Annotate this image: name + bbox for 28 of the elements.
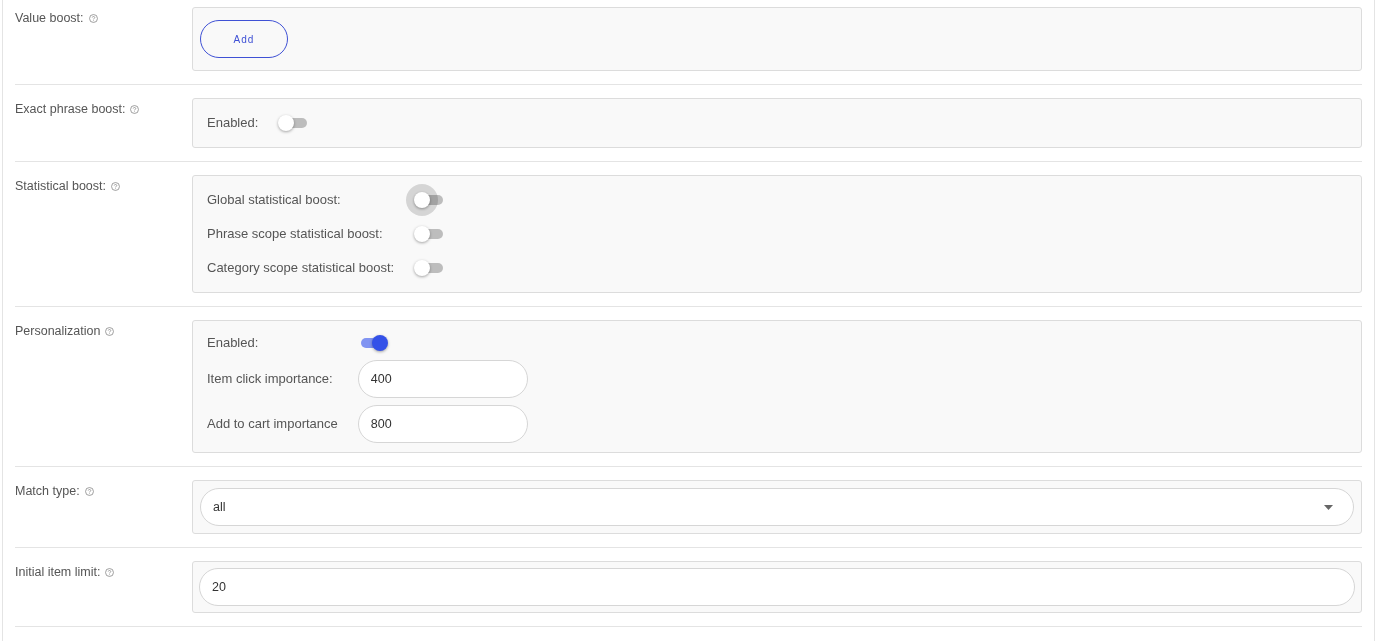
number-field[interactable]: 400 <box>357 360 528 398</box>
field-label: Add to cart importance <box>207 415 338 433</box>
field-label: Item click importance: <box>207 370 334 388</box>
section-label: Value boost: <box>15 9 84 27</box>
help-icon[interactable] <box>105 326 115 336</box>
section-label: Personalization <box>15 322 101 340</box>
toggle-switch[interactable] <box>414 226 445 242</box>
toggle-label: Phrase scope statistical boost: <box>207 225 384 243</box>
select-field[interactable]: all <box>200 488 1354 526</box>
section-label: Initial item limit: <box>15 563 101 581</box>
toggle-label: Category scope statistical boost: <box>207 259 395 277</box>
help-icon[interactable] <box>130 104 140 114</box>
number-field[interactable]: 20 <box>199 568 1355 606</box>
section-label: Exact phrase boost: <box>15 100 126 118</box>
help-icon[interactable] <box>88 13 98 23</box>
section-label: Statistical boost: <box>15 177 106 195</box>
toggle-label: Enabled: <box>207 114 259 132</box>
help-icon[interactable] <box>111 181 120 191</box>
toggle-switch[interactable] <box>414 260 445 276</box>
toggle-label: Enabled: <box>207 334 260 352</box>
help-icon[interactable] <box>105 567 115 577</box>
toggle-switch[interactable] <box>278 115 309 131</box>
section-label: Match type: <box>15 482 80 500</box>
caret-down-icon <box>1324 504 1333 510</box>
toggle-label: Global statistical boost: <box>207 191 342 209</box>
number-field[interactable]: 800 <box>357 405 528 443</box>
help-icon[interactable] <box>84 486 94 496</box>
add-button[interactable]: Add <box>200 20 288 58</box>
